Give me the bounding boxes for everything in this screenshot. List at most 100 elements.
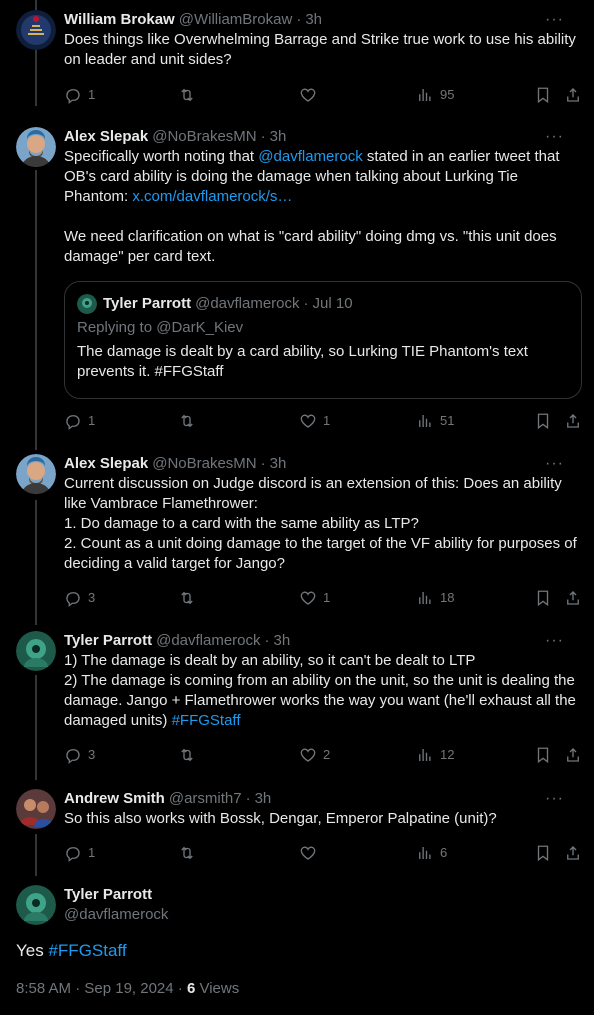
bookmark-button[interactable] [534, 746, 552, 764]
retweet-button[interactable] [178, 844, 196, 862]
retweet-button[interactable] [178, 746, 196, 764]
share-button[interactable] [564, 589, 582, 607]
share-button[interactable] [564, 412, 582, 430]
author-name[interactable]: Tyler Parrott [64, 885, 168, 905]
reply-button[interactable]: 1 [64, 85, 95, 105]
share-button[interactable] [564, 86, 582, 104]
tweet-time[interactable]: 3h [270, 127, 287, 147]
avatar-alex-slepak[interactable] [16, 454, 56, 494]
avatar-alex-slepak[interactable] [16, 127, 56, 167]
author-handle[interactable]: @NoBrakesMN [152, 127, 256, 147]
main-tweet-text: Yes #FFGStaff [16, 940, 127, 962]
reply-button[interactable]: 3 [64, 745, 95, 765]
more-options-icon[interactable]: ··· [545, 789, 564, 809]
mention-link[interactable]: @davflamerock [258, 148, 362, 165]
views-button[interactable]: 12 [416, 745, 454, 765]
bookmark-button[interactable] [534, 86, 552, 104]
views-button[interactable]: 51 [416, 411, 454, 431]
like-button[interactable]: 2 [299, 745, 330, 765]
avatar-tyler-parrott[interactable] [16, 631, 56, 671]
tweet-text-line: 1) The damage is dealt by an ability, so… [64, 652, 476, 669]
share-button[interactable] [564, 746, 582, 764]
reply-count: 1 [88, 87, 96, 102]
tweet-text: Does things like Overwhelming Barrage an… [64, 30, 578, 70]
hashtag-link[interactable]: #FFGStaff [172, 712, 241, 729]
bookmark-icon [534, 844, 552, 862]
tweet-text: Current discussion on Judge discord is a… [64, 474, 578, 574]
share-button[interactable] [564, 844, 582, 862]
separator-dot: · [260, 128, 266, 145]
retweet-icon [178, 746, 196, 764]
tweet-text-line: 2) The damage is coming from an ability … [64, 671, 578, 731]
author-handle[interactable]: @arsmith7 [169, 789, 242, 809]
more-options-icon[interactable]: ··· [545, 454, 564, 474]
quote-avatar [77, 294, 97, 314]
retweet-button[interactable] [178, 86, 196, 104]
author-name[interactable]: William Brokaw [64, 10, 175, 30]
author-name[interactable]: Tyler Parrott [64, 631, 152, 651]
more-options-icon[interactable]: ··· [545, 10, 564, 30]
views-icon [416, 412, 434, 430]
reply-button[interactable]: 3 [64, 588, 95, 608]
hashtag-link[interactable]: #FFGStaff [48, 941, 126, 960]
tweet-meta: 8:58 AM · Sep 19, 2024 · 6 Views [16, 979, 239, 999]
tweet-time[interactable]: 3h [255, 789, 272, 809]
action-bar: 1 1 51 [64, 411, 578, 431]
quoted-tweet[interactable]: Tyler Parrott @davflamerock · Jul 10 Rep… [64, 281, 582, 399]
tweet-time[interactable]: 3h [270, 454, 287, 474]
author-handle[interactable]: @WilliamBrokaw [179, 10, 293, 30]
author-name[interactable]: Alex Slepak [64, 127, 148, 147]
retweet-icon [178, 412, 196, 430]
action-bar: 3 2 12 [64, 745, 578, 765]
author-handle[interactable]: @NoBrakesMN [152, 454, 256, 474]
views-icon [416, 844, 434, 862]
retweet-button[interactable] [178, 589, 196, 607]
bookmark-button[interactable] [534, 412, 552, 430]
views-count: 51 [440, 413, 455, 428]
avatar-william-brokaw[interactable] [16, 10, 56, 50]
author-name[interactable]: Alex Slepak [64, 454, 148, 474]
tweet-time[interactable]: 3h [305, 10, 322, 30]
like-count: 1 [323, 590, 331, 605]
retweet-button[interactable] [178, 412, 196, 430]
main-tweet-text-segment: Yes [16, 941, 49, 960]
avatar-andrew-smith[interactable] [16, 789, 56, 829]
views-button[interactable]: 6 [416, 843, 447, 863]
like-button[interactable] [299, 844, 317, 862]
views-button[interactable]: 18 [416, 588, 454, 608]
like-icon [299, 746, 317, 764]
bookmark-button[interactable] [534, 589, 552, 607]
reply-icon [64, 589, 82, 607]
author-name[interactable]: Andrew Smith [64, 789, 165, 809]
more-options-icon[interactable]: ··· [545, 127, 564, 147]
like-button[interactable]: 1 [299, 411, 330, 431]
views-count: 6 [440, 845, 448, 860]
like-count: 1 [323, 413, 331, 428]
thread-line [35, 500, 37, 625]
thread-line [35, 834, 37, 876]
like-button[interactable] [299, 86, 317, 104]
tweet-url-link[interactable]: x.com/davflamerock/s… [132, 188, 292, 205]
avatar-tyler-parrott[interactable] [16, 885, 56, 925]
reply-button[interactable]: 1 [64, 411, 95, 431]
author-handle[interactable]: @davflamerock [156, 631, 260, 651]
tweet-text-line: Current discussion on Judge discord is a… [64, 475, 562, 512]
like-button[interactable]: 1 [299, 588, 330, 608]
views-button[interactable]: 95 [416, 85, 454, 105]
reply-button[interactable]: 1 [64, 843, 95, 863]
like-icon [299, 412, 317, 430]
bookmark-button[interactable] [534, 844, 552, 862]
quote-text: The damage is dealt by a card ability, s… [77, 343, 528, 380]
timestamp-link[interactable]: 8:58 AM · Sep 19, 2024 · [16, 980, 187, 997]
views-icon [416, 589, 434, 607]
more-options-icon[interactable]: ··· [545, 631, 564, 651]
views-icon [416, 86, 434, 104]
reply-count: 1 [88, 413, 96, 428]
share-icon [564, 412, 582, 430]
tweet-text-line: So this also works with Bossk, Dengar, E… [64, 810, 497, 827]
separator-dot: · [260, 455, 266, 472]
views-icon [416, 746, 434, 764]
tweet-time[interactable]: 3h [274, 631, 291, 651]
tweet-text-paragraph: We need clarification on what is "card a… [64, 228, 557, 265]
author-handle[interactable]: @davflamerock [64, 905, 168, 925]
